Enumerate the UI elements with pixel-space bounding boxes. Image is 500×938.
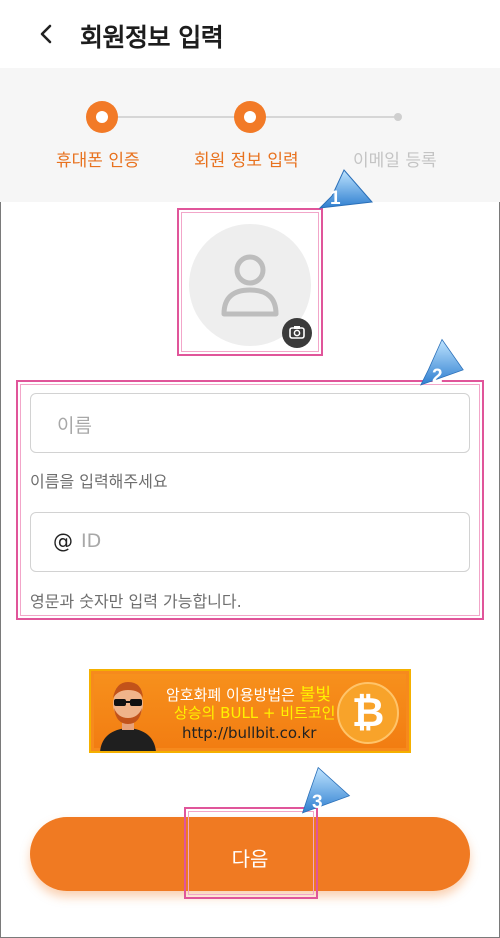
callout-number: 3 <box>312 792 323 813</box>
bitcoin-icon: ₿ <box>337 682 399 744</box>
callout-2: 2 <box>412 338 472 388</box>
bitcoin-symbol: ₿ <box>351 690 385 736</box>
step-dot-current <box>234 101 266 133</box>
step-connector <box>100 116 250 118</box>
step-indicator: 휴대폰 인증 회원 정보 입력 이메일 등록 <box>0 68 500 202</box>
page-title: 회원정보 입력 <box>80 23 224 52</box>
app-header: 회원정보 입력 <box>0 0 500 68</box>
banner-line-2: 상승의 BULL + 비트코인 <box>174 704 336 722</box>
chevron-left-icon[interactable] <box>34 20 58 48</box>
banner-background: 암호화폐 이용방법은 불빛 상승의 BULL + 비트코인 http://bul… <box>94 674 406 751</box>
callout-number: 1 <box>330 188 341 209</box>
step-label-member-info: 회원 정보 입력 <box>194 151 299 171</box>
camera-icon[interactable] <box>282 318 312 348</box>
callout-3: 3 <box>296 766 356 816</box>
id-placeholder: ID <box>81 530 102 552</box>
callout-1: 1 <box>318 168 378 218</box>
at-sign: @ <box>53 529 73 553</box>
callout-number: 2 <box>432 366 443 387</box>
name-placeholder: 이름 <box>57 415 92 437</box>
step-dot-done <box>86 101 118 133</box>
character-illustration <box>100 682 156 751</box>
step-label-phone: 휴대폰 인증 <box>56 151 140 171</box>
step-connector <box>250 116 398 118</box>
step-dot-pending <box>394 113 402 121</box>
name-help-text: 이름을 입력해주세요 <box>30 472 168 491</box>
id-input[interactable]: @ ID <box>30 512 470 572</box>
id-help-text: 영문과 숫자만 입력 가능합니다. <box>30 592 242 611</box>
next-highlight-box <box>184 807 318 899</box>
ad-banner[interactable]: 암호화폐 이용방법은 불빛 상승의 BULL + 비트코인 http://bul… <box>89 669 411 753</box>
name-input[interactable]: 이름 <box>30 393 470 453</box>
banner-url: http://bullbit.co.kr <box>182 724 317 742</box>
